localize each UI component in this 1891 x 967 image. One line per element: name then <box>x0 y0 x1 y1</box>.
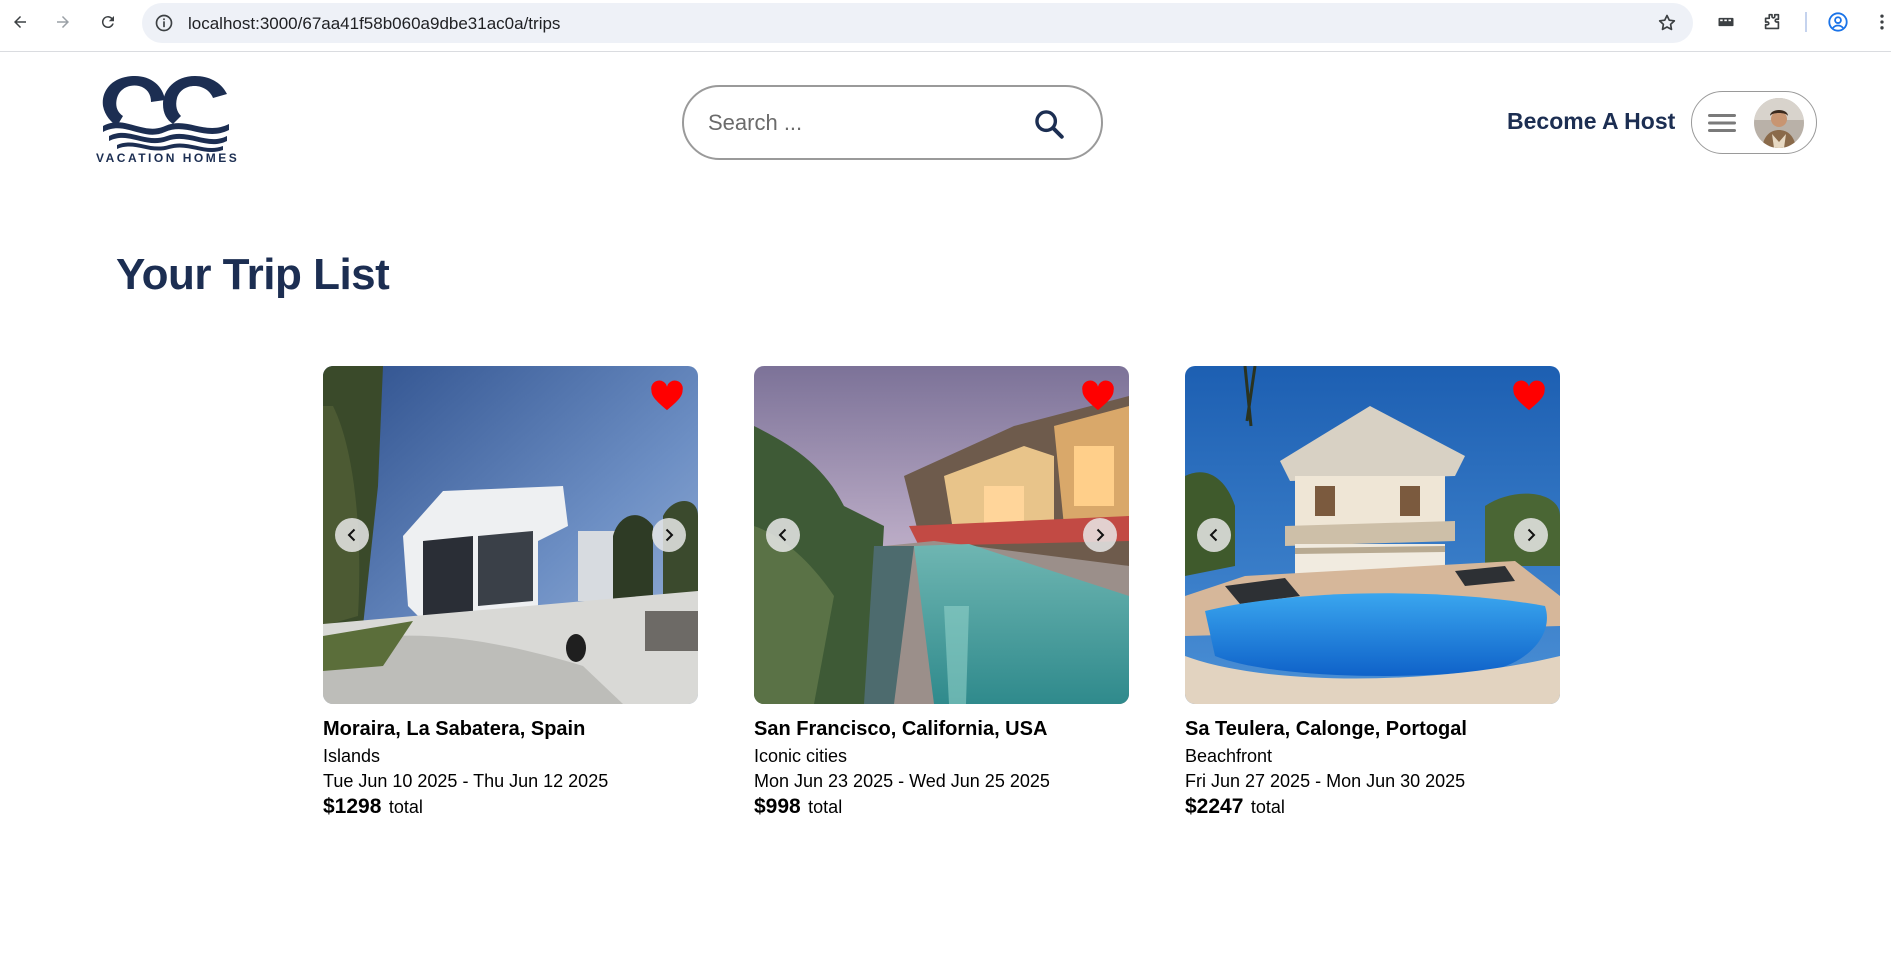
logo-text: VACATION HOMES <box>96 151 240 165</box>
back-arrow-icon[interactable] <box>8 10 32 34</box>
villa-photo <box>754 366 1129 704</box>
trip-dates: Mon Jun 23 2025 - Wed Jun 25 2025 <box>754 771 1050 791</box>
trip-price: $998 <box>754 795 801 818</box>
trip-dates: Fri Jun 27 2025 - Mon Jun 30 2025 <box>1185 771 1466 791</box>
next-photo-button[interactable] <box>1083 518 1117 552</box>
trip-category: Beachfront <box>1185 746 1273 766</box>
search-input[interactable] <box>708 107 1008 139</box>
trip-price-suffix: total <box>388 797 423 817</box>
become-host-link[interactable]: Become A Host <box>1507 108 1675 135</box>
previous-photo-button[interactable] <box>1197 518 1231 552</box>
heart-icon[interactable] <box>1081 380 1115 412</box>
trip-location: Moraira, La Sabatera, Spain <box>323 718 586 740</box>
trip-category: Iconic cities <box>754 746 848 766</box>
star-icon[interactable] <box>1657 13 1677 33</box>
villa-photo <box>1185 366 1560 704</box>
trip-card[interactable]: San Francisco, California, USA Iconic ci… <box>754 366 1129 819</box>
trip-photo[interactable] <box>754 366 1129 704</box>
chevron-left-icon <box>778 528 787 542</box>
address-bar[interactable]: localhost:3000/67aa41f58b060a9dbe31ac0a/… <box>142 3 1693 43</box>
trip-card[interactable]: Moraira, La Sabatera, Spain Islands Tue … <box>323 366 698 819</box>
chevron-right-icon <box>1096 528 1105 542</box>
trip-price: $1298 <box>323 795 382 818</box>
trip-price-row: $998 total <box>754 795 1129 819</box>
chevron-right-icon <box>1527 528 1536 542</box>
chevron-left-icon <box>1209 528 1218 542</box>
heart-icon[interactable] <box>650 380 684 412</box>
extension-icon[interactable] <box>1714 10 1738 34</box>
trip-location: Sa Teulera, Calonge, Portogal <box>1185 718 1467 740</box>
trip-price-row: $1298 total <box>323 795 698 819</box>
search-bar[interactable] <box>682 85 1103 160</box>
browser-toolbar: localhost:3000/67aa41f58b060a9dbe31ac0a/… <box>0 0 1891 52</box>
search-icon[interactable] <box>1032 107 1066 141</box>
kebab-menu-icon[interactable] <box>1870 10 1891 34</box>
hamburger-menu-icon <box>1708 114 1736 132</box>
avatar <box>1754 98 1804 148</box>
forward-arrow-icon[interactable] <box>51 10 75 34</box>
trip-price-row: $2247 total <box>1185 795 1560 819</box>
trip-price-suffix: total <box>1250 797 1285 817</box>
trip-photo[interactable] <box>323 366 698 704</box>
trip-price: $2247 <box>1185 795 1244 818</box>
villa-photo <box>323 366 698 704</box>
trip-photo[interactable] <box>1185 366 1560 704</box>
next-photo-button[interactable] <box>652 518 686 552</box>
toolbar-divider <box>1805 12 1807 32</box>
puzzle-icon[interactable] <box>1760 10 1784 34</box>
user-menu-button[interactable] <box>1691 91 1817 154</box>
heart-icon[interactable] <box>1512 380 1546 412</box>
url-text[interactable]: localhost:3000/67aa41f58b060a9dbe31ac0a/… <box>188 14 560 34</box>
info-icon[interactable] <box>154 13 174 33</box>
previous-photo-button[interactable] <box>335 518 369 552</box>
page-title: Your Trip List <box>116 250 390 299</box>
profile-icon[interactable] <box>1826 10 1850 34</box>
next-photo-button[interactable] <box>1514 518 1548 552</box>
reload-icon[interactable] <box>96 10 120 34</box>
chevron-right-icon <box>665 528 674 542</box>
previous-photo-button[interactable] <box>766 518 800 552</box>
trip-dates: Tue Jun 10 2025 - Thu Jun 12 2025 <box>323 771 609 791</box>
trip-card[interactable]: Sa Teulera, Calonge, Portogal Beachfront… <box>1185 366 1560 819</box>
trip-price-suffix: total <box>808 797 843 817</box>
chevron-left-icon <box>347 528 356 542</box>
trip-location: San Francisco, California, USA <box>754 718 1048 740</box>
trip-category: Islands <box>323 746 381 766</box>
